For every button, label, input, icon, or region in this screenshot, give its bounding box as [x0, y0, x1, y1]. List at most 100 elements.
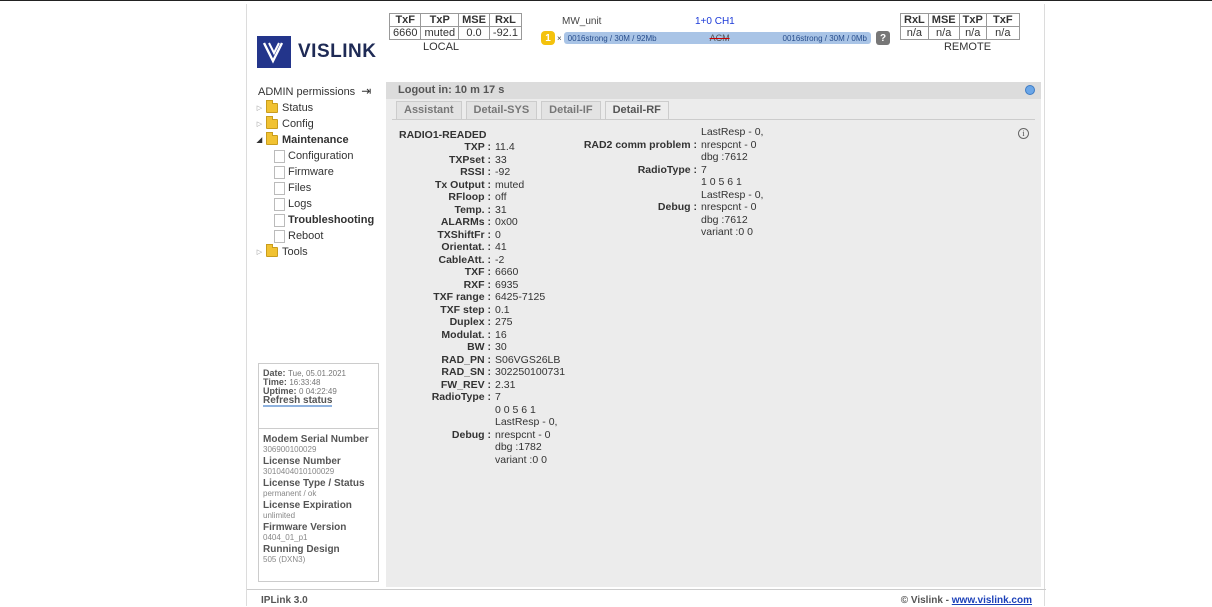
radio1-param-value: 302250100731 [495, 366, 566, 378]
radio2-param-value: LastResp - 0, [701, 188, 764, 201]
radio1-param-label: Tx Output : [435, 178, 491, 191]
radio1-param-value: 6425-7125 [495, 291, 546, 303]
remote-mse: n/a [927, 26, 960, 40]
radio1-param-label: TXP : [464, 141, 491, 153]
copyright-text: © Vislink - [900, 595, 952, 606]
remote-label: REMOTE [943, 41, 992, 53]
version-label: IPLink 3.0 [261, 595, 308, 606]
radio1-param-value: 41 [495, 241, 507, 253]
folder-icon [266, 116, 278, 129]
radio1-param-value: muted [495, 178, 525, 191]
firmware-version-label: Firmware Version [263, 522, 347, 533]
radio1-row: Duplex : 275 [399, 316, 565, 329]
tree-item-logs[interactable]: Logs [255, 196, 374, 212]
radio1-param-label: RFloop : [448, 191, 491, 203]
tree-item-files[interactable]: Files [255, 180, 374, 196]
tree-item-firmware[interactable]: Firmware [255, 164, 374, 180]
radio2-param-value: LastResp - 0, [701, 126, 764, 138]
radio1-param-label: Temp. : [454, 203, 491, 216]
tree-item-tools[interactable]: ▷ Tools [255, 244, 374, 260]
link-config: 1+0 CH1 [695, 16, 735, 27]
radio1-param-label: TXF range : [433, 291, 491, 303]
radio1-param-value: 31 [495, 203, 507, 216]
radio1-row: Tx Output : muted [399, 179, 565, 192]
radio1-param-value: dbg :1782 [495, 441, 542, 453]
radio1-param-value: -92 [495, 166, 511, 178]
radio2-param-label: RadioType : [637, 163, 697, 176]
radio1-param-label: TXPset : [448, 153, 491, 166]
radio1-param-label: TXShiftFr : [437, 228, 491, 241]
expand-arrow-icon[interactable]: ▷ [255, 120, 264, 128]
device-info-box: Modem Serial Number 306900100029 License… [258, 428, 379, 582]
running-design-label: Running Design [263, 544, 340, 555]
radio1-row: LastResp - 0, [399, 416, 565, 429]
tree-item-maintenance[interactable]: ◢ Maintenance [255, 132, 374, 148]
local-header-mse: MSE [458, 13, 490, 27]
help-button[interactable]: ? [876, 31, 890, 45]
tree-label: Firmware [288, 166, 334, 178]
file-icon [274, 181, 285, 195]
radio1-row: variant :0 0 [399, 454, 565, 467]
radio2-param-label [549, 189, 701, 202]
gear-icon[interactable] [1025, 85, 1035, 95]
local-rxl: -92.1 [488, 26, 522, 40]
remote-txf: n/a [985, 26, 1020, 40]
tab-assistant[interactable]: Assistant [396, 101, 462, 119]
radio2-param-value: 7 [701, 163, 707, 176]
tab-detail-if[interactable]: Detail-IF [541, 101, 601, 119]
vislink-logo-mark [257, 36, 291, 68]
radio1-param-value: LastResp - 0, [495, 416, 558, 428]
radio2-param-label: RAD2 comm problem : [583, 138, 697, 151]
info-icon[interactable]: i [1018, 128, 1029, 139]
logout-icon[interactable]: ⇥ [361, 84, 371, 98]
radio1-row: TXPset : 33 [399, 154, 565, 167]
remote-status-table: RxL MSE TxP TxF n/a n/a n/a n/a [900, 13, 1020, 40]
local-txf: 6660 [388, 26, 422, 40]
tree-label: Files [288, 182, 312, 194]
local-header-txp: TxP [420, 13, 460, 27]
link-count-badge: 1 [541, 31, 555, 45]
radio1-row: RXF : 6935 [399, 279, 565, 292]
radio1-param-value: 6660 [495, 266, 519, 278]
radio1-params: TXP : 11.4 TXPset : 33 RSSI : -92 Tx Output : m… [399, 141, 565, 466]
tree-item-reboot[interactable]: Reboot [255, 228, 374, 244]
tab-bar: Assistant Detail-SYS Detail-IF Detail-RF [396, 101, 673, 119]
vislink-website-link[interactable]: www.vislink.com [952, 595, 1032, 606]
radio1-param-value: 0 [495, 228, 501, 241]
collapse-arrow-icon[interactable]: ◢ [255, 136, 264, 144]
expand-arrow-icon[interactable]: ▷ [255, 104, 264, 112]
tree-label: Tools [282, 246, 308, 258]
radio1-row: 0 0 5 6 1 [399, 404, 565, 417]
tab-detail-rf[interactable]: Detail-RF [604, 101, 669, 119]
radio2-param-label: Debug : [657, 201, 697, 213]
radio1-row: Orientat. : 41 [399, 241, 565, 254]
radio2-params: LastResp - 0, RAD2 comm problem : nrespcnt… [549, 126, 764, 239]
nav-tree: ▷ Status ▷ Config ◢ Maintenance Configurati… [255, 100, 374, 260]
tree-item-troubleshooting[interactable]: Troubleshooting [255, 212, 374, 228]
remote-rate: 0016strong / 30M / 0Mb [782, 33, 868, 43]
radio1-row: FW_REV : 2.31 [399, 379, 565, 392]
radio1-param-label: Modulat. : [441, 328, 491, 341]
tree-label: Troubleshooting [288, 214, 375, 226]
radio2-row: variant :0 0 [549, 226, 763, 239]
radio2-row: RadioType : 7 [549, 164, 763, 177]
radio1-param-label: ALARMs : [440, 216, 491, 228]
radio1-param-value: 0x00 [495, 216, 518, 228]
acm-indicator: ACM [709, 33, 730, 43]
radio2-row: 1 0 5 6 1 [549, 176, 763, 189]
tab-detail-sys[interactable]: Detail-SYS [465, 101, 538, 119]
tree-item-status[interactable]: ▷ Status [255, 100, 374, 116]
admin-label: ADMIN permissions [258, 86, 356, 98]
radio1-param-label [399, 441, 495, 454]
copyright: © Vislink - www.vislink.com [901, 595, 1032, 606]
running-design-value: 505 (DXN3) [263, 555, 306, 564]
radio1-row: TXShiftFr : 0 [399, 229, 565, 242]
radio1-param-label [399, 404, 495, 417]
radio2-row: LastResp - 0, [549, 126, 763, 139]
folder-icon [266, 100, 278, 113]
license-expiration-label: License Expiration [263, 500, 352, 511]
tree-item-config[interactable]: ▷ Config [255, 116, 374, 132]
refresh-status-link[interactable]: Refresh status [263, 396, 333, 407]
tree-item-configuration[interactable]: Configuration [255, 148, 374, 164]
expand-arrow-icon[interactable]: ▷ [255, 248, 264, 256]
